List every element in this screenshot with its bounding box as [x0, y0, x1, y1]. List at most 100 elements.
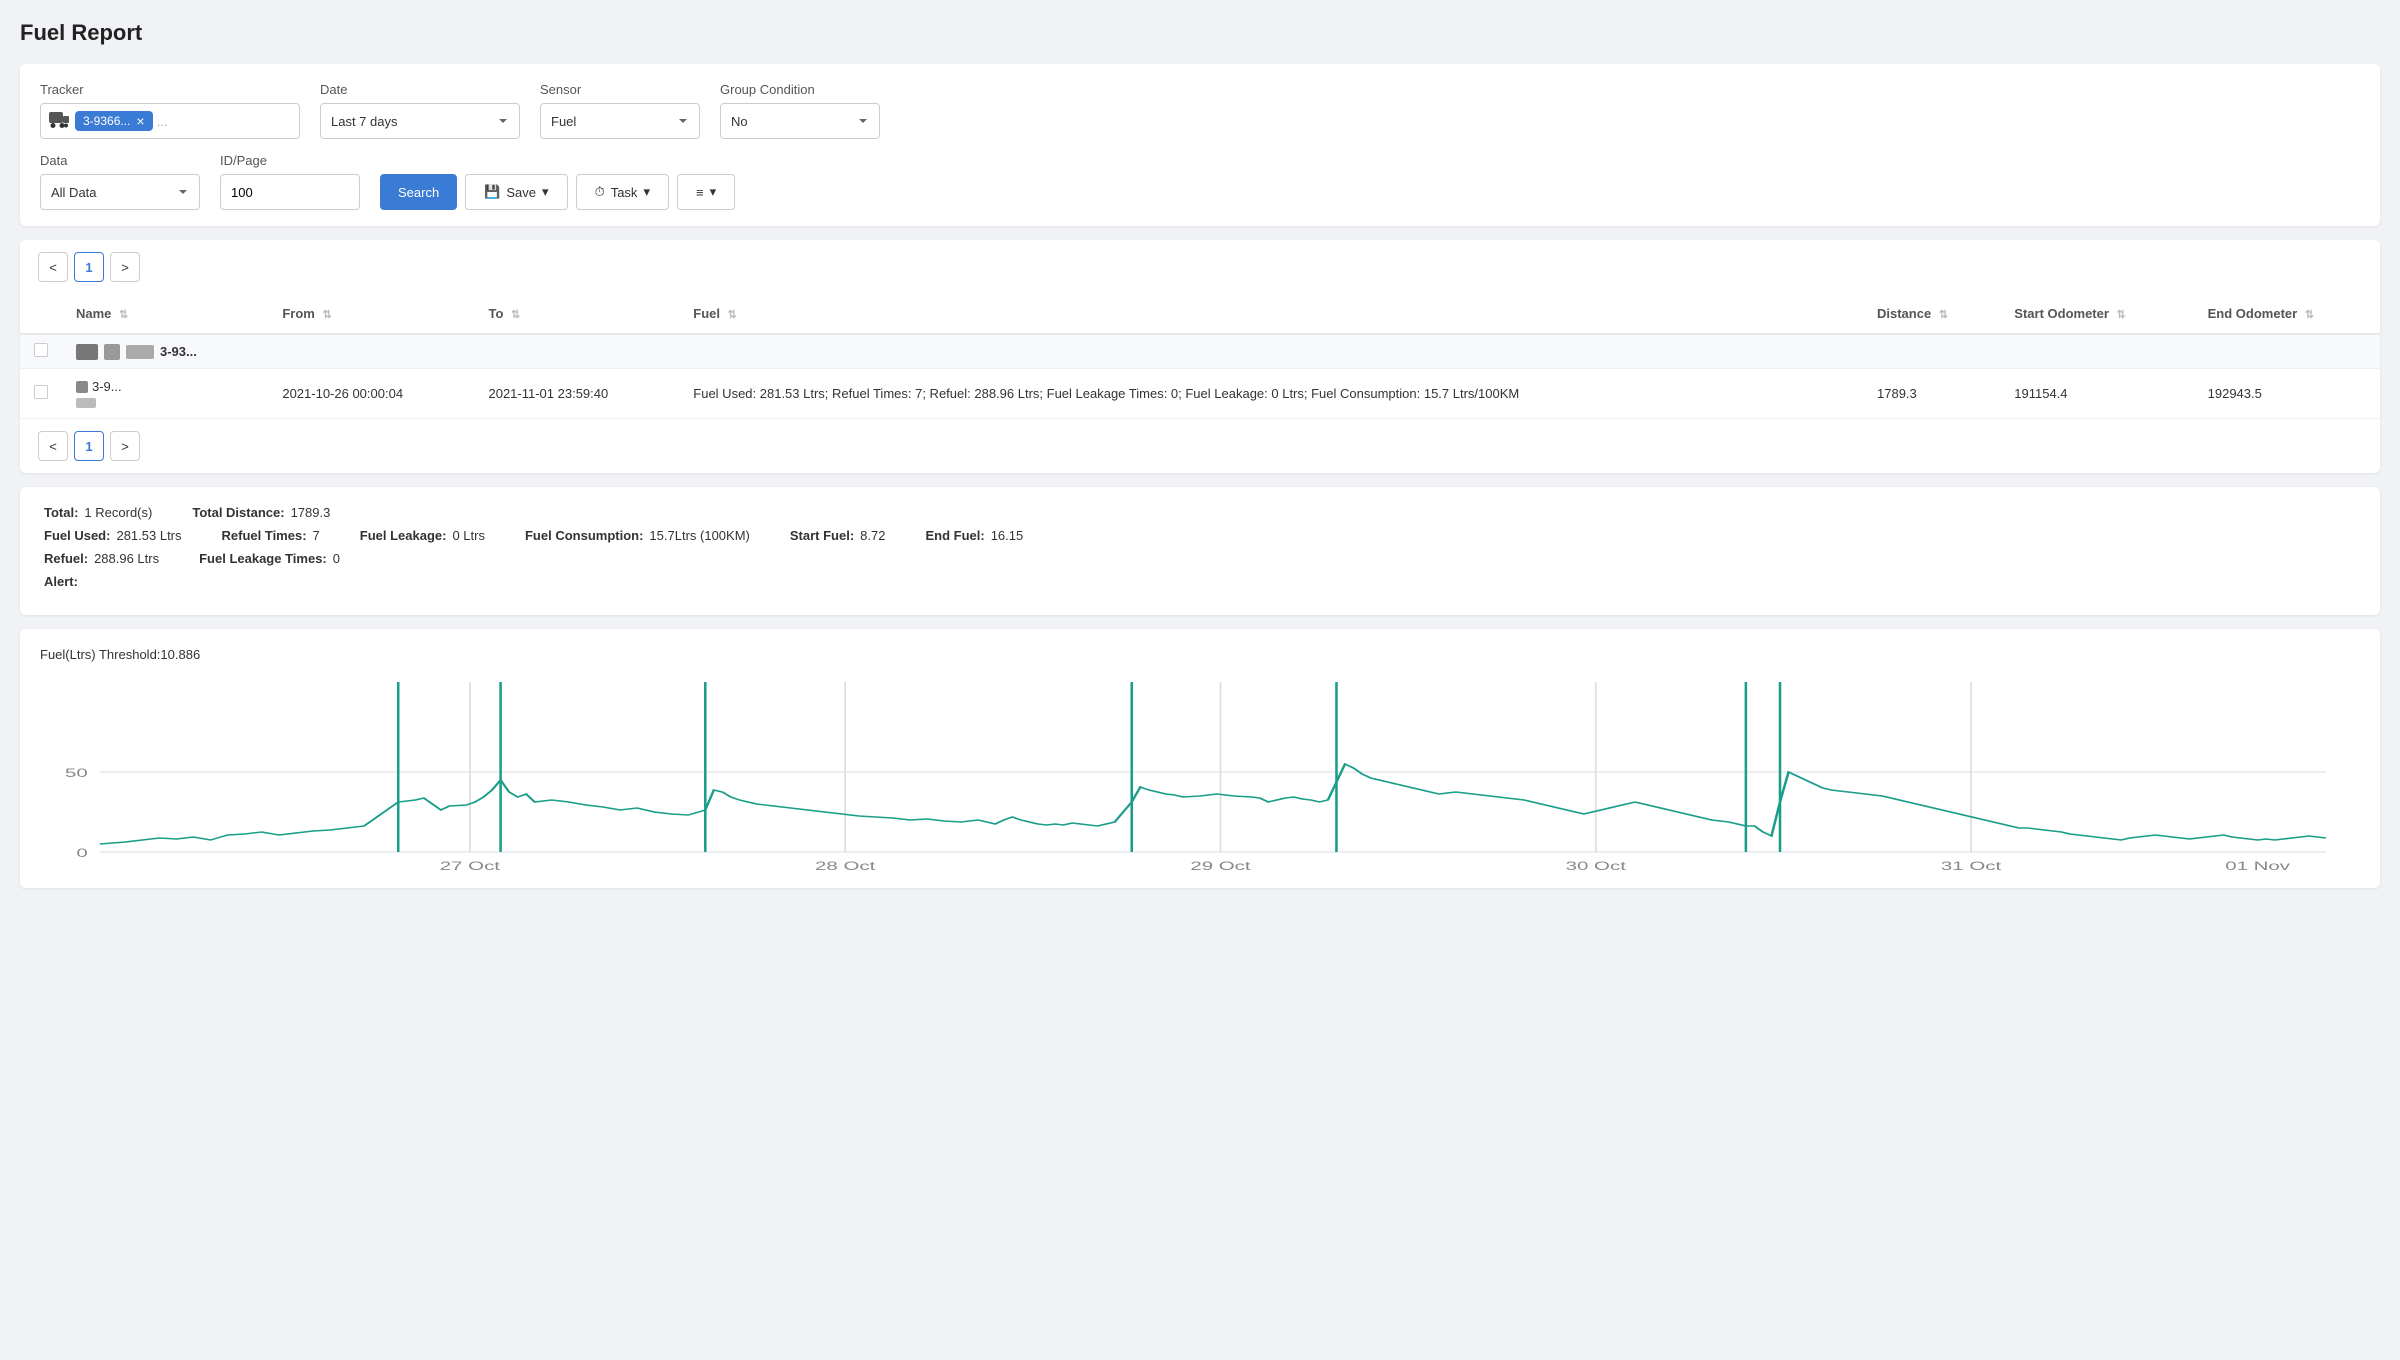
group-condition-label: Group Condition: [720, 82, 880, 97]
tracker-input[interactable]: 3-9366... × ...: [40, 103, 300, 139]
th-distance[interactable]: Distance ⇅: [1863, 294, 2000, 334]
table-section: < 1 > Name ⇅ From ⇅ To: [20, 240, 2380, 473]
group-checkbox-cell: [20, 334, 62, 369]
save-button[interactable]: 💾 Save ▾: [465, 174, 567, 210]
save-dropdown-icon: ▾: [542, 184, 549, 200]
row-to-cell: 2021-11-01 23:59:40: [474, 369, 679, 419]
sensor-filter-group: Sensor Fuel: [540, 82, 700, 139]
row-icon-2: [76, 398, 96, 408]
fuel-sort-icon[interactable]: ⇅: [728, 309, 737, 321]
data-select[interactable]: All Data: [40, 174, 200, 210]
refuel-times-label: Refuel Times:: [222, 528, 307, 543]
more-button[interactable]: ≡ ▾: [677, 174, 735, 210]
group-name-cell: 3-93...: [62, 334, 268, 369]
action-buttons: Search 💾 Save ▾ ⏱ Task ▾ ≡ ▾: [380, 156, 735, 210]
start-fuel-label: Start Fuel:: [790, 528, 854, 543]
bottom-pagination: < 1 >: [20, 419, 2380, 473]
current-page-top: 1: [74, 252, 104, 282]
alert-summary: Alert:: [44, 574, 84, 589]
fuel-leakage-value: 0 Ltrs: [452, 528, 485, 543]
prev-page-btn-bottom[interactable]: <: [38, 431, 68, 461]
tracker-label: Tracker: [40, 82, 300, 97]
fuel-leakage-summary: Fuel Leakage: 0 Ltrs: [360, 528, 485, 543]
group-checkbox[interactable]: [34, 343, 48, 357]
group-sm-icon: [126, 345, 154, 359]
next-page-btn-top[interactable]: >: [110, 252, 140, 282]
fuel-leakage-times-label: Fuel Leakage Times:: [199, 551, 327, 566]
x-label-27oct: 27 Oct: [440, 859, 501, 872]
row-distance-cell: 1789.3: [1863, 369, 2000, 419]
search-button[interactable]: Search: [380, 174, 457, 210]
refuel-times-value: 7: [313, 528, 320, 543]
row-end-odo-cell: 192943.5: [2194, 369, 2380, 419]
fuel-leakage-times-value: 0: [333, 551, 340, 566]
th-end-odometer[interactable]: End Odometer ⇅: [2194, 294, 2380, 334]
prev-page-btn-top[interactable]: <: [38, 252, 68, 282]
tracker-filter-group: Tracker 3-9366... × ...: [40, 82, 300, 139]
more-dropdown-icon: ▾: [710, 184, 717, 200]
total-summary: Total: 1 Record(s): [44, 505, 152, 520]
row-start-odo-cell: 191154.4: [2000, 369, 2193, 419]
end-fuel-summary: End Fuel: 16.15: [925, 528, 1023, 543]
group-end-odo-cell: [2194, 334, 2380, 369]
end-odometer-sort-icon[interactable]: ⇅: [2305, 309, 2314, 321]
group-from-cell: [268, 334, 474, 369]
start-fuel-summary: Start Fuel: 8.72: [790, 528, 886, 543]
group-fuel-cell: [679, 334, 1863, 369]
end-fuel-value: 16.15: [991, 528, 1024, 543]
fuel-leakage-times-summary: Fuel Leakage Times: 0: [199, 551, 340, 566]
th-start-odometer[interactable]: Start Odometer ⇅: [2000, 294, 2193, 334]
start-fuel-value: 8.72: [860, 528, 885, 543]
group-condition-select[interactable]: No: [720, 103, 880, 139]
x-label-29oct: 29 Oct: [1190, 859, 1251, 872]
distance-sort-icon[interactable]: ⇅: [1939, 309, 1948, 321]
total-distance-value: 1789.3: [291, 505, 331, 520]
top-pagination: < 1 >: [20, 240, 2380, 294]
th-name[interactable]: Name ⇅: [62, 294, 268, 334]
group-condition-filter-group: Group Condition No: [720, 82, 880, 139]
tracker-tag-close[interactable]: ×: [136, 113, 144, 129]
x-label-28oct: 28 Oct: [815, 859, 876, 872]
id-page-filter-group: ID/Page: [220, 153, 360, 210]
date-select[interactable]: Last 7 days: [320, 103, 520, 139]
id-page-input[interactable]: [220, 174, 360, 210]
th-fuel[interactable]: Fuel ⇅: [679, 294, 1863, 334]
from-sort-icon[interactable]: ⇅: [322, 309, 331, 321]
end-fuel-label: End Fuel:: [925, 528, 984, 543]
to-sort-icon[interactable]: ⇅: [511, 309, 520, 321]
current-page-bottom: 1: [74, 431, 104, 461]
th-from[interactable]: From ⇅: [268, 294, 474, 334]
fuel-consumption-value: 15.7Ltrs (100KM): [649, 528, 749, 543]
row-checkbox[interactable]: [34, 385, 48, 399]
save-icon: 💾: [484, 184, 500, 200]
tracker-tag-label: 3-9366...: [83, 114, 130, 128]
fuel-leakage-label: Fuel Leakage:: [360, 528, 447, 543]
start-odometer-sort-icon[interactable]: ⇅: [2117, 309, 2126, 321]
sensor-select[interactable]: Fuel: [540, 103, 700, 139]
th-to[interactable]: To ⇅: [474, 294, 679, 334]
th-checkbox: [20, 294, 62, 334]
tracker-placeholder: ...: [157, 114, 168, 129]
fuel-used-summary: Fuel Used: 281.53 Ltrs: [44, 528, 182, 543]
task-button[interactable]: ⏱ Task ▾: [576, 174, 669, 210]
tracker-tag[interactable]: 3-9366... ×: [75, 111, 153, 131]
group-to-cell: [474, 334, 679, 369]
chart-title: Fuel(Ltrs) Threshold:10.886: [40, 647, 2360, 662]
name-sort-icon[interactable]: ⇅: [119, 309, 128, 321]
refuel-summary: Refuel: 288.96 Ltrs: [44, 551, 159, 566]
row-icon-1: [76, 381, 88, 393]
fuel-consumption-summary: Fuel Consumption: 15.7Ltrs (100KM): [525, 528, 750, 543]
fuel-used-label: Fuel Used:: [44, 528, 110, 543]
next-page-btn-bottom[interactable]: >: [110, 431, 140, 461]
truck-icon: [49, 112, 69, 131]
fuel-line: [100, 764, 2326, 844]
group-distance-cell: [1863, 334, 2000, 369]
x-label-31oct: 31 Oct: [1941, 859, 2002, 872]
table-group-row: 3-93...: [20, 334, 2380, 369]
group-start-odo-cell: [2000, 334, 2193, 369]
alert-label: Alert:: [44, 574, 78, 589]
fuel-chart: 0 50 27 Oct: [40, 672, 2360, 872]
row-name-cell: 3-9...: [62, 369, 268, 419]
group-name-text: 3-93...: [160, 344, 197, 359]
row-name-text: 3-9...: [92, 379, 122, 394]
